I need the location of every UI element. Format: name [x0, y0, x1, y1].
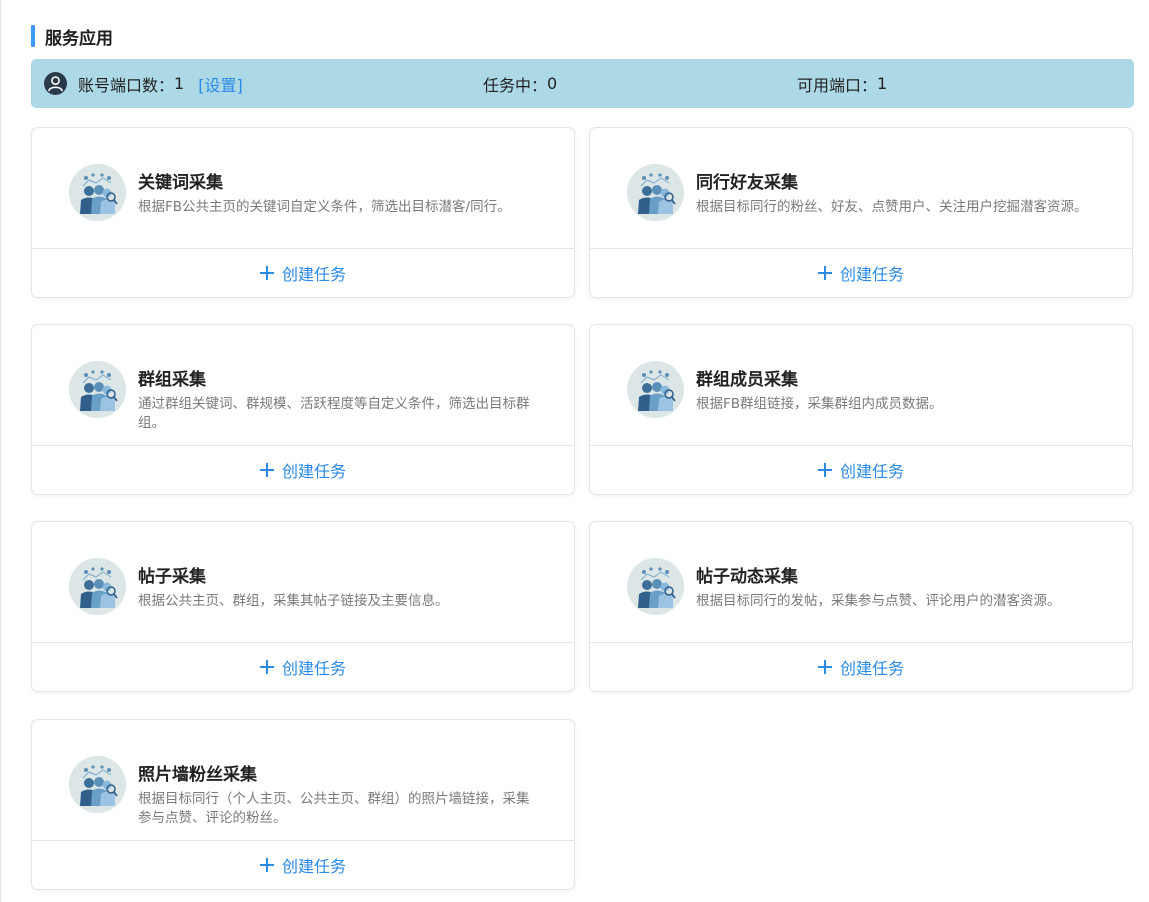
- section-title: 服务应用: [31, 24, 113, 49]
- card-title: 群组成员采集: [696, 370, 798, 390]
- stat-tasks-label: 任务中：: [483, 75, 548, 95]
- create-task-button[interactable]: 创建任务: [590, 446, 1132, 494]
- create-task-label: 创建任务: [281, 659, 346, 678]
- card-description: 根据目标同行的粉丝、好友、点赞用户、关注用户挖掘潜客资源。: [696, 199, 1088, 215]
- stats-bar: 账号端口数： 1 [设置] 任务中： 0 可用端口： 1: [31, 59, 1134, 108]
- plus-icon: [259, 463, 274, 477]
- service-card-keyword: 关键词采集 根据FB公共主页的关键词自定义条件，筛选出目标潜客/同行。 创建任务: [31, 127, 575, 298]
- card-body: 帖子采集 根据公共主页、群组，采集其帖子链接及主要信息。: [32, 522, 574, 642]
- service-card-peer-friends: 同行好友采集 根据目标同行的粉丝、好友、点赞用户、关注用户挖掘潜客资源。 创建任…: [589, 127, 1133, 298]
- stat-ports-value: 1: [174, 74, 185, 93]
- card-body: 关键词采集 根据FB公共主页的关键词自定义条件，筛选出目标潜客/同行。: [32, 128, 574, 248]
- people-analytics-icon: [627, 164, 684, 221]
- create-task-button[interactable]: 创建任务: [32, 249, 574, 297]
- stat-available-label: 可用端口：: [797, 75, 878, 95]
- stat-available-ports: 可用端口： 1: [797, 59, 887, 108]
- card-title: 关键词采集: [138, 173, 223, 193]
- create-task-label: 创建任务: [839, 659, 904, 678]
- card-title: 同行好友采集: [696, 173, 798, 193]
- plus-icon: [817, 266, 832, 280]
- card-description: 根据FB群组链接，采集群组内成员数据。: [696, 396, 943, 412]
- card-body: 照片墙粉丝采集 根据目标同行（个人主页、公共主页、群组）的照片墙链接，采集参与点…: [32, 720, 574, 840]
- settings-link[interactable]: [设置]: [198, 72, 243, 96]
- card-body: 同行好友采集 根据目标同行的粉丝、好友、点赞用户、关注用户挖掘潜客资源。: [590, 128, 1132, 248]
- card-body: 帖子动态采集 根据目标同行的发帖，采集参与点赞、评论用户的潜客资源。: [590, 522, 1132, 642]
- people-analytics-icon: [627, 558, 684, 615]
- create-task-button[interactable]: 创建任务: [32, 841, 574, 889]
- create-task-button[interactable]: 创建任务: [32, 446, 574, 494]
- stat-account-ports: 账号端口数： 1 [设置]: [78, 59, 243, 108]
- card-description: 根据FB公共主页的关键词自定义条件，筛选出目标潜客/同行。: [138, 199, 511, 215]
- plus-icon: [817, 463, 832, 477]
- plus-icon: [259, 858, 274, 872]
- card-title: 帖子采集: [138, 567, 206, 587]
- plus-icon: [259, 660, 274, 674]
- page: 服务应用 账号端口数： 1 [设置] 任务中： 0 可用端口： 1 关键词采集 …: [0, 0, 1149, 902]
- card-description: 根据目标同行的发帖，采集参与点赞、评论用户的潜客资源。: [696, 593, 1061, 609]
- people-analytics-icon: [69, 361, 126, 418]
- create-task-label: 创建任务: [281, 857, 346, 876]
- stat-available-value: 1: [877, 74, 888, 93]
- service-card-post-activity: 帖子动态采集 根据目标同行的发帖，采集参与点赞、评论用户的潜客资源。 创建任务: [589, 521, 1133, 692]
- plus-icon: [817, 660, 832, 674]
- stat-ports-label: 账号端口数：: [78, 75, 175, 95]
- card-title: 照片墙粉丝采集: [138, 765, 257, 785]
- service-card-group-members: 群组成员采集 根据FB群组链接，采集群组内成员数据。 创建任务: [589, 324, 1133, 495]
- people-analytics-icon: [69, 558, 126, 615]
- create-task-label: 创建任务: [839, 265, 904, 284]
- plus-icon: [259, 266, 274, 280]
- service-card-photo-wall-fans: 照片墙粉丝采集 根据目标同行（个人主页、公共主页、群组）的照片墙链接，采集参与点…: [31, 719, 575, 890]
- card-description: 根据公共主页、群组，采集其帖子链接及主要信息。: [138, 593, 449, 609]
- user-icon: [44, 72, 67, 95]
- card-description: 通过群组关键词、群规模、活跃程度等自定义条件，筛选出目标群组。: [138, 396, 530, 431]
- card-description: 根据目标同行（个人主页、公共主页、群组）的照片墙链接，采集参与点赞、评论的粉丝。: [138, 791, 530, 826]
- create-task-button[interactable]: 创建任务: [590, 643, 1132, 691]
- create-task-label: 创建任务: [839, 462, 904, 481]
- card-title: 帖子动态采集: [696, 567, 798, 587]
- card-body: 群组采集 通过群组关键词、群规模、活跃程度等自定义条件，筛选出目标群组。: [32, 325, 574, 445]
- service-card-posts: 帖子采集 根据公共主页、群组，采集其帖子链接及主要信息。 创建任务: [31, 521, 575, 692]
- card-title: 群组采集: [138, 370, 206, 390]
- create-task-label: 创建任务: [281, 265, 346, 284]
- create-task-button[interactable]: 创建任务: [32, 643, 574, 691]
- people-analytics-icon: [69, 164, 126, 221]
- people-analytics-icon: [69, 756, 126, 813]
- card-body: 群组成员采集 根据FB群组链接，采集群组内成员数据。: [590, 325, 1132, 445]
- people-analytics-icon: [627, 361, 684, 418]
- create-task-label: 创建任务: [281, 462, 346, 481]
- create-task-button[interactable]: 创建任务: [590, 249, 1132, 297]
- service-card-group: 群组采集 通过群组关键词、群规模、活跃程度等自定义条件，筛选出目标群组。 创建任…: [31, 324, 575, 495]
- stat-tasks-running: 任务中： 0: [483, 59, 557, 108]
- stat-tasks-value: 0: [547, 74, 558, 93]
